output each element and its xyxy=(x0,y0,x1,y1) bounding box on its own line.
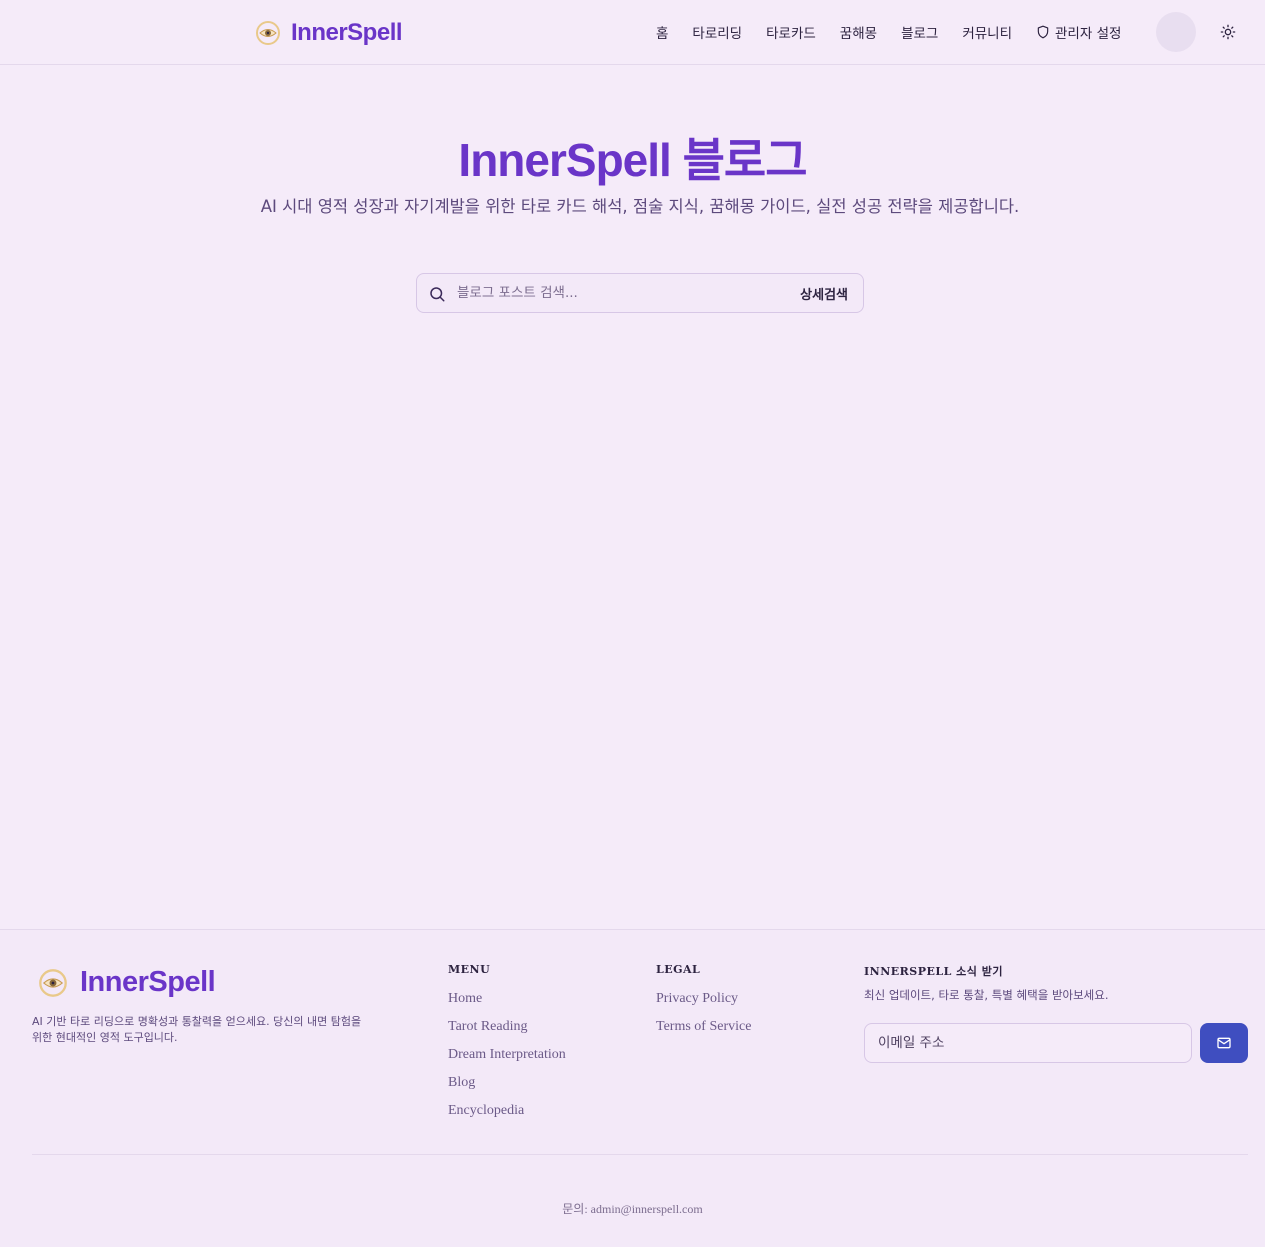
mail-icon xyxy=(1217,1037,1231,1049)
advanced-search-button[interactable]: 상세검색 xyxy=(800,284,848,303)
footer-link-terms[interactable]: Terms of Service xyxy=(656,1017,751,1045)
footer-link-encyclopedia[interactable]: Encyclopedia xyxy=(448,1101,566,1129)
nav-item-community[interactable]: 커뮤니티 xyxy=(962,22,1012,42)
footer-contact: 문의: admin@innerspell.com xyxy=(562,1202,703,1216)
footer-logo[interactable]: InnerSpell xyxy=(38,966,216,999)
site-footer: InnerSpell AI 기반 타로 리딩으로 명확성과 통찰력을 얻으세요.… xyxy=(0,929,1265,1247)
nav-item-admin-label: 관리자 설정 xyxy=(1055,26,1122,42)
blog-search-input[interactable] xyxy=(457,274,787,312)
nav-item-admin-settings[interactable]: 관리자 설정 xyxy=(1036,22,1121,42)
theme-toggle-button[interactable] xyxy=(1216,20,1240,44)
footer-divider xyxy=(32,1154,1248,1155)
blog-search-box: 상세검색 xyxy=(416,273,864,313)
nav-item-dream[interactable]: 꿈해몽 xyxy=(840,22,877,42)
page-title: InnerSpell 블로그 xyxy=(458,134,807,186)
footer-description: AI 기반 타로 리딩으로 명확성과 통찰력을 얻으세요. 당신의 내면 탐험을… xyxy=(32,1015,362,1044)
footer-legal: LEGAL Privacy Policy Terms of Service xyxy=(656,963,751,1045)
logo-link[interactable]: InnerSpell xyxy=(255,16,403,50)
page-subtitle: AI 시대 영적 성장과 자기계발을 위한 타로 카드 해석, 점술 지식, 꿈… xyxy=(260,197,1020,216)
footer-logo-text: InnerSpell xyxy=(80,966,216,998)
eye-moon-logo-icon xyxy=(255,20,281,46)
footer-link-home[interactable]: Home xyxy=(448,989,566,1017)
nav-item-home[interactable]: 홈 xyxy=(656,22,668,42)
sun-icon xyxy=(1220,24,1236,40)
user-avatar[interactable] xyxy=(1156,12,1196,52)
site-header: InnerSpell 홈 타로리딩 타로카드 꿈해몽 블로그 커뮤니티 관리자 … xyxy=(0,0,1265,65)
footer-link-tarot-reading[interactable]: Tarot Reading xyxy=(448,1017,566,1045)
shield-icon xyxy=(1037,25,1049,39)
newsletter-title: INNERSPELL 소식 받기 xyxy=(864,965,1003,978)
newsletter-description: 최신 업데이트, 타로 통찰, 특별 혜택을 받아보세요. xyxy=(864,988,1109,1002)
newsletter-submit-button[interactable] xyxy=(1200,1023,1248,1063)
footer-legal-title: LEGAL xyxy=(656,963,701,976)
nav-item-tarot-cards[interactable]: 타로카드 xyxy=(766,22,816,42)
footer-link-blog[interactable]: Blog xyxy=(448,1073,566,1101)
footer-menu: MENU Home Tarot Reading Dream Interpreta… xyxy=(448,963,566,1129)
search-icon xyxy=(430,287,445,302)
nav-item-tarot-reading[interactable]: 타로리딩 xyxy=(692,22,742,42)
footer-link-dream[interactable]: Dream Interpretation xyxy=(448,1045,566,1073)
newsletter-email-input[interactable] xyxy=(864,1023,1192,1063)
eye-moon-logo-icon xyxy=(39,968,67,997)
footer-link-privacy[interactable]: Privacy Policy xyxy=(656,989,751,1017)
main-nav: 홈 타로리딩 타로카드 꿈해몽 블로그 커뮤니티 관리자 설정 xyxy=(656,20,1145,44)
footer-menu-title: MENU xyxy=(448,963,491,976)
footer-newsletter: INNERSPELL 소식 받기 최신 업데이트, 타로 통찰, 특별 혜택을 … xyxy=(864,963,1109,1003)
nav-item-blog[interactable]: 블로그 xyxy=(901,22,938,42)
logo-text: InnerSpell xyxy=(291,19,403,46)
